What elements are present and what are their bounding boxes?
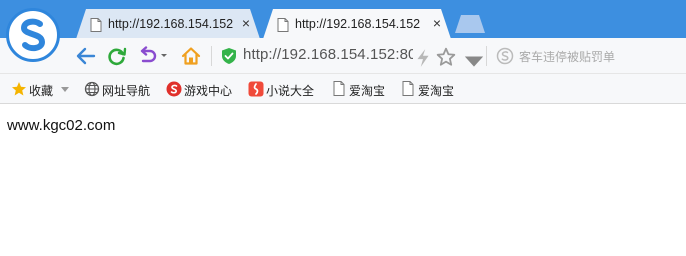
news-icon[interactable] [496,47,514,65]
new-tab-button[interactable] [455,15,485,33]
tab-1-title: http://192.168.154.152 [108,17,234,31]
news-ticker-link[interactable]: 客车违停被贴罚单 [519,48,615,65]
back-icon[interactable] [75,46,97,66]
bookmark-favorites-label: 收藏 [29,84,54,98]
page-icon [402,81,414,96]
star-icon [12,82,26,96]
address-bar-input[interactable]: http://192.168.154.152:80 [243,46,413,63]
tab-1[interactable]: http://192.168.154.152 × [76,9,260,39]
bookmark-games-label: 游戏中心 [184,84,233,98]
browser-logo-icon[interactable] [6,8,60,62]
tab-2-close-icon[interactable]: × [433,16,441,30]
dropdown-icon[interactable] [463,52,485,72]
game-icon [166,81,182,97]
toolbar-divider [211,46,212,66]
bookmarks-bar: 收藏 网址导航 游戏中心 小说大全 爱淘宝 爱淘宝 [0,74,686,104]
refresh-icon[interactable] [106,46,128,66]
page-icon [90,18,102,32]
toolbar-divider [486,46,487,66]
tab-2[interactable]: http://192.168.154.152 × [263,9,451,39]
shield-icon[interactable] [221,47,237,65]
page-body-text: www.kgc02.com [7,117,116,134]
star-icon[interactable] [435,47,457,67]
globe-icon [84,81,100,97]
tab-1-close-icon[interactable]: × [242,16,250,30]
bookmark-novels-label: 小说大全 [266,84,315,98]
novel-icon [248,81,264,97]
bookmark-favorites[interactable]: 收藏 [11,81,73,99]
bookmark-aitaobao-2-label: 爱淘宝 [418,84,455,98]
home-icon[interactable] [180,46,202,66]
lightning-icon[interactable] [412,48,434,68]
chevron-down-icon [61,87,69,92]
toolbar: http://192.168.154.152:80 客车违停被贴罚单 [0,38,686,74]
bookmark-nav-label: 网址导航 [102,84,151,98]
bookmark-aitaobao-1-label: 爱淘宝 [349,84,386,98]
undo-close-tab-icon[interactable] [137,46,171,66]
page-icon [277,18,289,32]
page-icon [333,81,345,96]
tab-2-title: http://192.168.154.152 [295,17,421,31]
